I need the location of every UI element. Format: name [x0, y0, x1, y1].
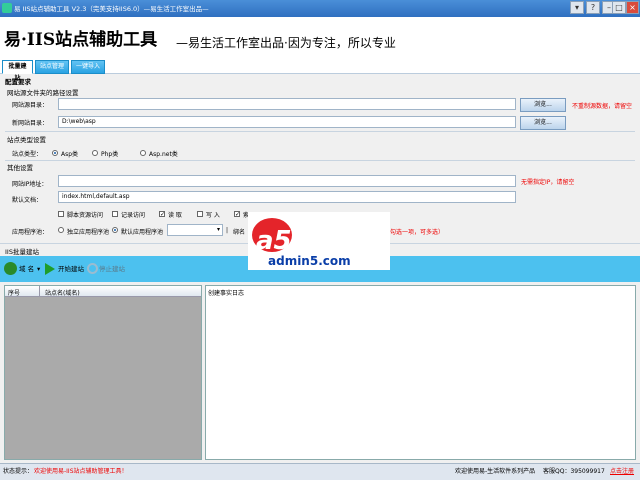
column-index: 序号 [8, 290, 21, 297]
other-group-legend: 其他设置 [7, 164, 33, 172]
tab-one-click-import[interactable]: 一键导入 [71, 60, 105, 74]
status-label: 状态提示： [3, 468, 34, 475]
header-banner: 易·IIS站点辅助工具 —易生活工作室出品·因为专注，所以专业 [0, 17, 640, 59]
read-checkbox[interactable]: ✓ [159, 211, 165, 218]
site-type-asp-label: Asp类 [61, 151, 79, 158]
app-slogan: —易生活工作室出品·因为专注，所以专业 [176, 36, 396, 50]
type-group-legend: 站点类型设置 [7, 136, 46, 144]
app-icon [2, 3, 12, 13]
site-type-asp-radio[interactable] [52, 150, 58, 156]
source-dir-label: 网站源目录： [12, 102, 49, 109]
divider [5, 131, 635, 132]
play-icon [45, 263, 55, 275]
target-dir-label: 新网站目录： [12, 120, 49, 127]
default-doc-input[interactable]: index.html,default.asp [58, 191, 516, 203]
tab-batch-build[interactable]: 批量建站 [2, 60, 33, 82]
source-dir-input[interactable] [58, 98, 516, 110]
multi-select-hint: 勾选一项，可多选） [390, 229, 445, 236]
help-button[interactable]: ? [586, 1, 600, 14]
ip-hint: 无需指定IP，请留空 [521, 179, 575, 186]
domain-button[interactable]: 域 名 [19, 262, 34, 276]
status-bar: 状态提示： 欢迎使用易-IIS站点辅助管理工具！ 欢迎使用易-生活软件系列产品 … [0, 463, 640, 480]
app-pool-select[interactable]: ▾ [167, 224, 223, 236]
site-list-panel[interactable]: 序号 站点名(域名) [4, 285, 202, 460]
status-qq: 客服QQ：395099917 [543, 468, 605, 475]
ip-input[interactable] [58, 175, 516, 187]
pool-standalone-label: 独立应用程序池 [67, 229, 110, 236]
watermark-logo: a5下载 admin5.com [248, 212, 390, 270]
status-message: 欢迎使用易-IIS站点辅助管理工具！ [34, 468, 128, 475]
log-visit-label: 记录访问 [121, 212, 146, 219]
tab-site-manage[interactable]: 站点管理 [35, 60, 69, 74]
divider [5, 160, 635, 161]
index-checkbox[interactable]: ✓ [234, 211, 240, 218]
title-bar: 易 IIS站点辅助工具 V2.3（完美支持IIS6.0）—易生活工作室出品— ▾… [0, 0, 640, 17]
source-browse-button[interactable]: 浏览... [520, 98, 566, 112]
build-legend: IIS批量建站 [5, 248, 39, 256]
window-title: 易 IIS站点辅助工具 V2.3（完美支持IIS6.0）—易生活工作室出品— [14, 5, 209, 13]
status-about: 欢迎使用易-生活软件系列产品 [455, 468, 536, 475]
write-label: 写 入 [206, 212, 220, 219]
start-build-button[interactable]: 开始建站 [58, 262, 84, 276]
pool-default-label: 默认应用程序池 [121, 229, 164, 236]
target-dir-input[interactable]: D:\web\asp [58, 116, 516, 128]
script-access-checkbox[interactable] [58, 211, 64, 217]
column-divider [39, 286, 40, 297]
read-label: 读 取 [168, 212, 182, 219]
watermark-brand: a5下载 [256, 226, 344, 256]
config-legend: 配置要求 [5, 78, 31, 86]
menu-button[interactable]: ▾ [570, 1, 584, 14]
stop-icon [87, 263, 98, 274]
site-type-aspnet-label: Asp.net类 [149, 151, 178, 158]
site-type-php-radio[interactable] [92, 150, 98, 156]
log-title: 创建事实日志 [208, 290, 245, 297]
pool-default-radio[interactable] [112, 227, 118, 233]
default-doc-label: 默认文档： [12, 197, 43, 204]
site-list-header: 序号 站点名(域名) [5, 286, 201, 297]
register-link[interactable]: 点击注册 [610, 464, 634, 479]
ip-label: 网站IP地址： [12, 181, 48, 188]
chevron-down-icon: ▾ [216, 226, 220, 233]
close-button[interactable]: × [626, 1, 639, 14]
site-type-php-label: Php类 [101, 151, 119, 158]
script-access-label: 脚本资源访问 [67, 212, 104, 219]
site-type-label: 站点类型： [12, 151, 43, 158]
maximize-button[interactable]: □ [612, 1, 626, 14]
globe-icon [4, 262, 17, 275]
app-pool-label: 应用程序池： [12, 229, 49, 236]
site-type-aspnet-radio[interactable] [140, 150, 146, 156]
dir-group-legend: 网站源文件夹的路径设置 [7, 89, 79, 97]
log-visit-checkbox[interactable] [112, 211, 118, 217]
target-browse-button[interactable]: 浏览... [520, 116, 566, 130]
separator-bar: | [226, 227, 229, 234]
stop-build-button[interactable]: 停止建站 [99, 262, 125, 276]
write-checkbox[interactable] [197, 211, 203, 217]
chevron-down-icon[interactable]: ▾ [37, 262, 40, 276]
bind-label: 绑名 [233, 229, 246, 236]
column-site-name: 站点名(域名) [45, 290, 80, 297]
app-logo: 易·IIS站点辅助工具 [4, 30, 158, 50]
build-log-panel[interactable]: 创建事实日志 [205, 285, 636, 460]
pool-standalone-radio[interactable] [58, 227, 64, 233]
tab-bar: 批量建站 站点管理 一键导入 [0, 59, 640, 82]
watermark-site: admin5.com [268, 254, 351, 268]
source-dir-hint: 不重制源数据，请留空 [572, 103, 633, 110]
